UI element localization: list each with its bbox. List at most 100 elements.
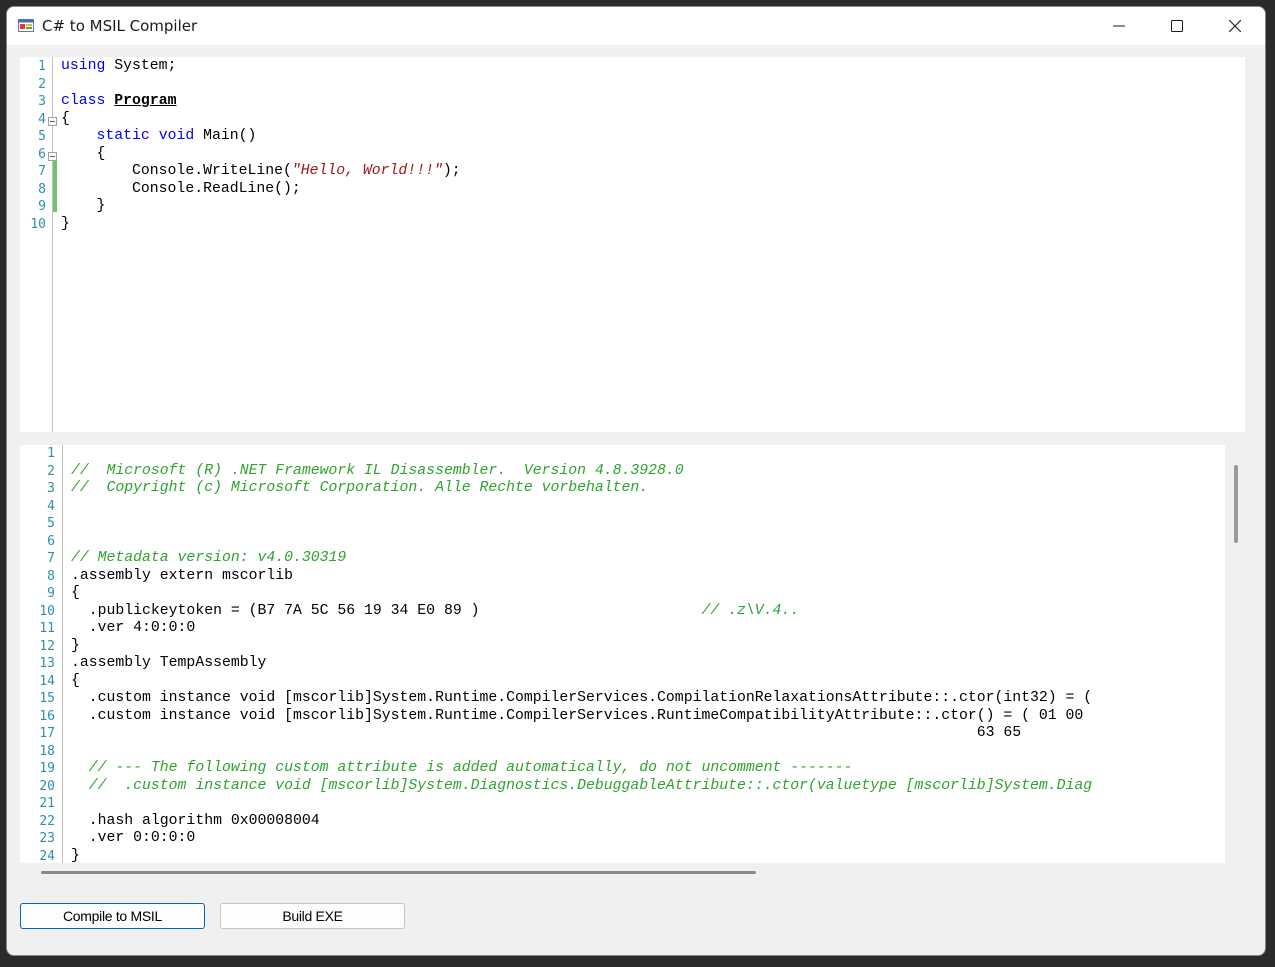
msil-code-token: }	[71, 637, 80, 654]
msil-code-line: }	[71, 638, 80, 656]
msil-line-number: 19	[39, 761, 55, 776]
csharp-source-editor[interactable]: 1 2 3 4 5 6 7 8 9 10 using System; class Program{ s…	[20, 57, 1245, 432]
msil-code-line: .hash algorithm 0x00008004	[71, 813, 320, 831]
source-code-token	[61, 128, 97, 144]
source-code-token: Program	[114, 93, 177, 109]
msil-code-line: // Metadata version: v4.0.30319	[71, 550, 346, 568]
msil-line-number: 24	[39, 848, 55, 864]
source-code-line: Console.WriteLine("Hello, World!!!");	[61, 163, 461, 181]
source-code-token: {	[61, 145, 106, 162]
source-code-token	[150, 128, 159, 144]
msil-line-number: 7	[47, 551, 55, 566]
msil-line-number: 11	[39, 621, 55, 636]
msil-line-number: 10	[39, 603, 55, 619]
msil-horizontal-scroll-thumb[interactable]	[41, 871, 756, 874]
msil-code-line: .ver 0:0:0:0	[71, 830, 196, 848]
window-title: C# to MSIL Compiler	[42, 17, 198, 35]
source-code-token: }	[61, 215, 70, 232]
maximize-button[interactable]	[1148, 7, 1206, 45]
changed-lines-marker	[53, 160, 57, 212]
msil-code-line: // .custom instance void [mscorlib]Syste…	[71, 778, 1092, 796]
msil-line-number: 22	[39, 813, 55, 829]
msil-code-token: .publickeytoken = (B7 7A 5C 56 19 34 E0 …	[71, 602, 702, 619]
msil-code-line: // --- The following custom attribute is…	[71, 760, 853, 778]
source-code-token: Console.WriteLine(	[61, 163, 292, 179]
source-code-token: void	[158, 128, 195, 144]
msil-code-token: // .custom instance void [mscorlib]Syste…	[71, 777, 1093, 794]
msil-code-line: .assembly extern mscorlib	[71, 568, 293, 586]
msil-code-line: {	[71, 673, 80, 691]
source-code-token: }	[61, 198, 106, 214]
close-button[interactable]	[1206, 7, 1264, 45]
msil-code-line: {	[71, 585, 80, 603]
msil-line-number: 17	[39, 726, 55, 741]
msil-code-token: }	[71, 847, 80, 864]
minimize-icon	[1113, 25, 1125, 27]
msil-line-number: 9	[47, 586, 55, 601]
msil-code-line: // Copyright (c) Microsoft Corporation. …	[71, 480, 648, 498]
fold-collapse-icon[interactable]	[48, 117, 57, 126]
source-line-number: 5	[38, 129, 46, 144]
msil-code-line: .ver 4:0:0:0	[71, 620, 196, 638]
msil-line-number: 16	[39, 708, 55, 724]
source-line-number: 4	[38, 111, 46, 127]
msil-code-token: {	[71, 585, 80, 601]
build-exe-button[interactable]: Build EXE	[220, 903, 405, 929]
source-code-line: static void Main()	[61, 128, 257, 146]
msil-code-token: // --- The following custom attribute is…	[71, 760, 853, 776]
source-code-token: Main()	[194, 128, 257, 144]
msil-vertical-scrollbar[interactable]	[1234, 465, 1238, 543]
msil-line-number: 21	[39, 796, 55, 811]
source-code-token: Console.ReadLine();	[61, 180, 301, 197]
source-line-number: 3	[38, 94, 46, 109]
msil-line-number: 14	[39, 673, 55, 689]
source-code-token: );	[442, 163, 461, 179]
msil-code-token: .assembly extern mscorlib	[71, 567, 293, 584]
app-window-icon	[18, 19, 34, 32]
msil-code-line: // Microsoft (R) .NET Framework IL Disas…	[71, 463, 684, 481]
source-code-token: System;	[105, 58, 177, 74]
source-line-number: 2	[38, 76, 46, 92]
title-bar[interactable]: C# to MSIL Compiler	[7, 7, 1265, 45]
msil-code-token: .hash algorithm 0x00008004	[71, 812, 320, 829]
msil-line-number: 15	[39, 691, 55, 706]
source-code-line: }	[61, 216, 70, 234]
msil-code-token: .ver 4:0:0:0	[71, 620, 196, 636]
msil-code-line: .publickeytoken = (B7 7A 5C 56 19 34 E0 …	[71, 603, 799, 621]
msil-code-token: // Copyright (c) Microsoft Corporation. …	[71, 480, 649, 496]
source-code-token: class	[61, 93, 106, 109]
msil-line-number: 2	[47, 463, 55, 479]
msil-code-token: {	[71, 672, 80, 689]
source-code-line: }	[61, 198, 106, 216]
msil-line-number: 12	[39, 638, 55, 654]
msil-code-line: 63 65	[71, 725, 1021, 743]
msil-code-token: .custom instance void [mscorlib]System.R…	[71, 707, 1084, 724]
msil-line-number: 18	[39, 743, 55, 759]
source-code-token: {	[61, 110, 70, 127]
msil-code-line: .custom instance void [mscorlib]System.R…	[71, 690, 1092, 708]
source-code-token: using	[61, 58, 106, 74]
msil-line-number: 20	[39, 778, 55, 794]
msil-line-number: 6	[47, 533, 55, 549]
source-line-number: 7	[38, 164, 46, 179]
msil-line-number: 8	[47, 568, 55, 584]
msil-gutter-divider	[62, 445, 63, 863]
compile-to-msil-button[interactable]: Compile to MSIL	[20, 903, 205, 929]
source-gutter-divider	[52, 57, 53, 432]
source-code-token: static	[96, 128, 150, 144]
main-window: C# to MSIL Compiler 1 2 3 4 5 6 7 8 9 10 using Sys…	[6, 6, 1266, 956]
minimize-button[interactable]	[1090, 7, 1148, 45]
source-code-line: {	[61, 111, 70, 129]
msil-line-number: 4	[47, 498, 55, 514]
source-line-number: 6	[38, 146, 46, 162]
msil-output-editor[interactable]: 1 2 3 4 5 6 7 8 9 10 11 12 13 14 15 16 17 18 19 20 21 22 23 24/…	[20, 445, 1225, 863]
close-icon	[1229, 20, 1241, 32]
source-line-number: 8	[38, 181, 46, 197]
msil-line-number: 3	[47, 481, 55, 496]
source-code-line: using System;	[61, 58, 176, 76]
msil-line-number: 13	[39, 656, 55, 671]
source-code-line: Console.ReadLine();	[61, 181, 301, 199]
msil-line-number: 5	[47, 516, 55, 531]
source-line-number: 1	[38, 59, 46, 74]
msil-line-number: 1	[47, 446, 55, 461]
